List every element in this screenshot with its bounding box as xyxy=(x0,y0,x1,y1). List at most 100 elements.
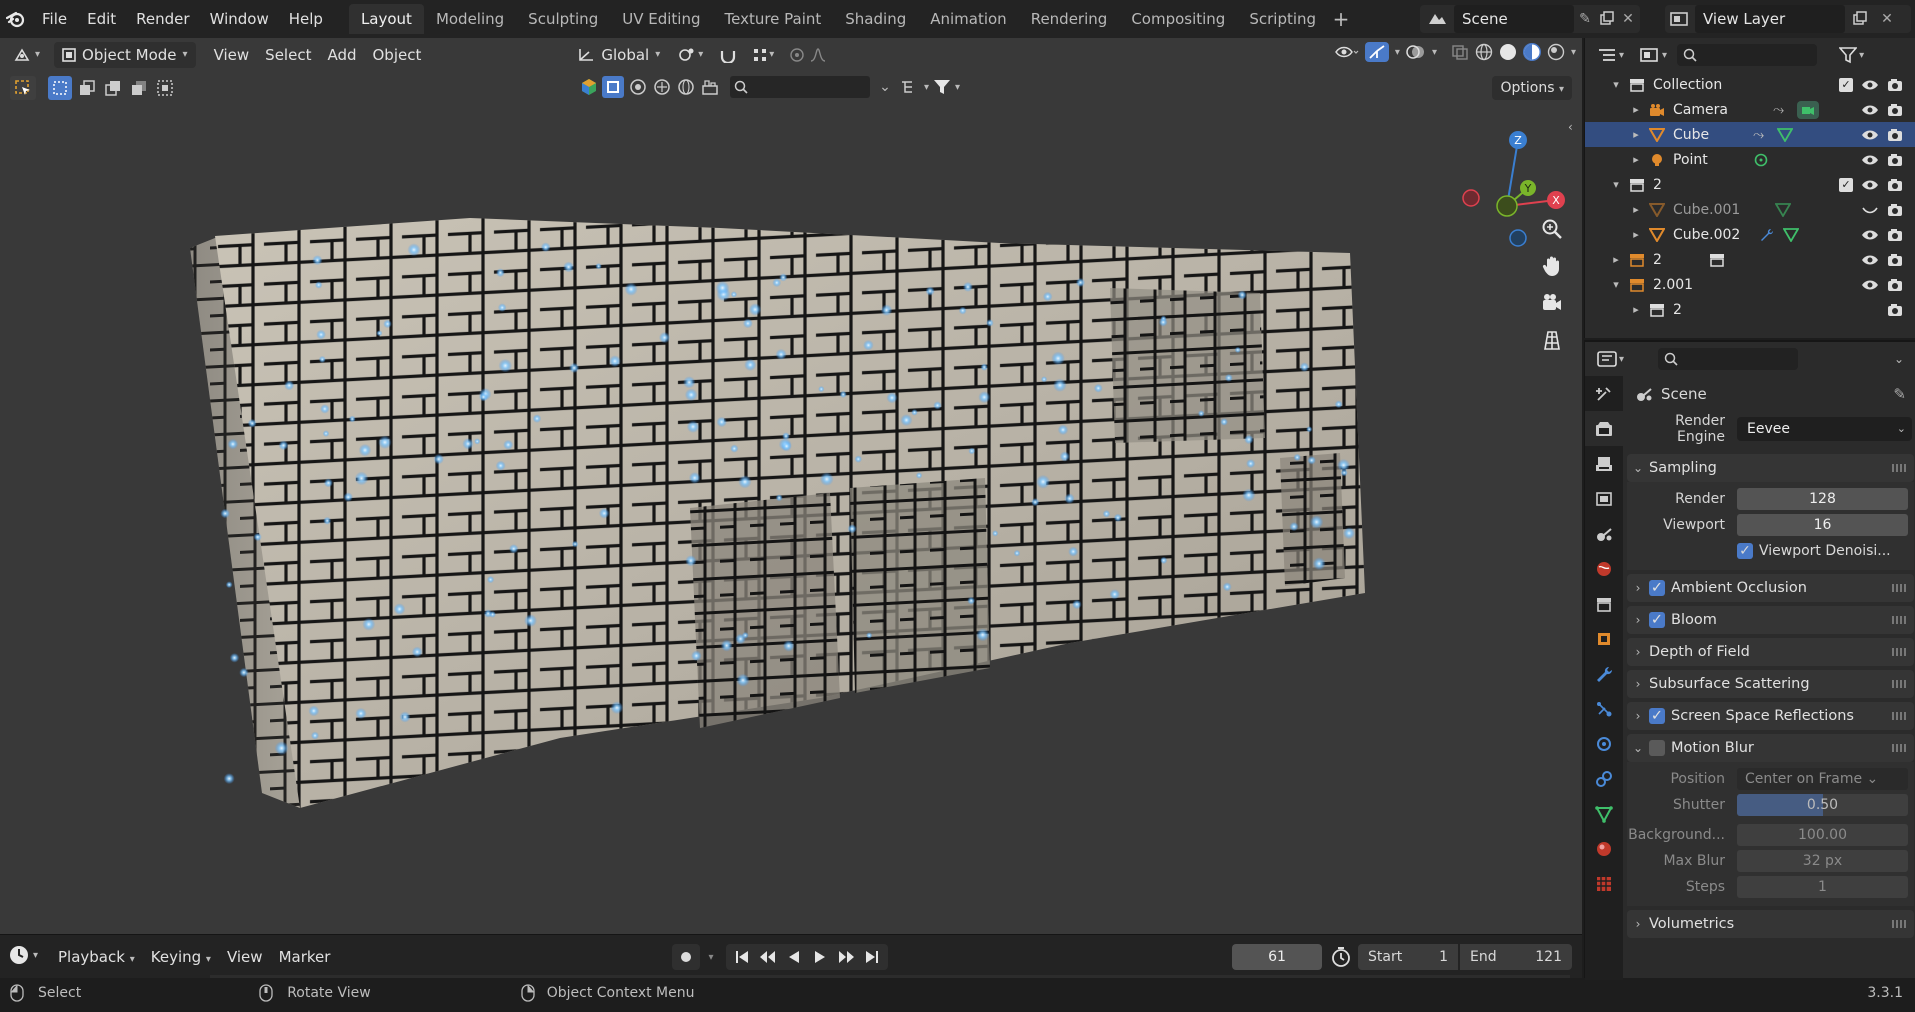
intersect-selection-icon[interactable] xyxy=(154,76,176,100)
menu-file[interactable]: File xyxy=(32,0,77,38)
frame-start-field[interactable]: Start 1 xyxy=(1358,944,1458,970)
mb-position-dropdown[interactable]: Center on Frame ⌄ xyxy=(1737,768,1908,790)
pivot-point-dropdown[interactable]: ▾ xyxy=(668,42,711,68)
expand-right-icon[interactable]: ▸ xyxy=(1629,203,1643,216)
view-layer-icon[interactable] xyxy=(1665,11,1695,27)
menu-edit[interactable]: Edit xyxy=(77,0,126,38)
light-data-icon[interactable] xyxy=(1753,153,1769,167)
snap-toggle[interactable] xyxy=(711,42,745,68)
filter-icon[interactable] xyxy=(933,78,951,96)
rendered-shading-icon[interactable] xyxy=(1547,43,1565,61)
timeline-menu-keying[interactable]: Keying ▾ xyxy=(143,944,219,970)
particles-tab-icon[interactable] xyxy=(1585,691,1623,726)
auto-keying-dropdown[interactable]: ▾ xyxy=(702,952,720,963)
extend-selection-icon[interactable] xyxy=(76,76,98,100)
xray-toggle[interactable] xyxy=(1451,44,1469,60)
editor-type-button[interactable]: ▾ xyxy=(6,42,48,68)
render-camera-icon[interactable] xyxy=(1887,103,1903,117)
zoom-icon[interactable] xyxy=(1535,212,1569,246)
viewport-menu-object[interactable]: Object xyxy=(365,42,430,68)
viewport-menu-view[interactable]: View xyxy=(206,42,258,68)
outliner-search-input[interactable] xyxy=(1677,44,1818,66)
menu-window[interactable]: Window xyxy=(200,0,279,38)
object-type-icon[interactable] xyxy=(580,78,598,96)
sidebar-toggle-icon[interactable]: ‹ xyxy=(1568,120,1573,134)
mesh-data-icon[interactable] xyxy=(1775,202,1791,217)
sampling-render-field[interactable]: 128 xyxy=(1737,488,1908,510)
filter-dropdown[interactable]: ▾ xyxy=(955,82,960,93)
visibility-dropdown[interactable] xyxy=(1335,44,1359,60)
visibility-eye-icon[interactable] xyxy=(1861,104,1879,116)
solid-shading-icon[interactable] xyxy=(1499,43,1517,61)
tab-rendering[interactable]: Rendering xyxy=(1019,4,1120,34)
overlays-toggle[interactable] xyxy=(1406,44,1426,60)
render-engine-dropdown[interactable]: Eevee ⌄ xyxy=(1737,417,1912,441)
sampling-panel-header[interactable]: ⌄ Sampling xyxy=(1627,454,1914,482)
outliner-row[interactable]: ▸ 2 xyxy=(1585,297,1915,322)
modifier-icon[interactable] xyxy=(1759,228,1775,242)
panel-bloom[interactable]: › ✓ Bloom xyxy=(1627,606,1914,634)
collection-tab-icon[interactable] xyxy=(1585,586,1623,621)
sort-dropdown[interactable]: ▾ xyxy=(924,82,929,93)
close-view-layer-icon[interactable]: ✕ xyxy=(1875,11,1899,27)
panel-depth-of-field[interactable]: › Depth of Field xyxy=(1627,638,1914,666)
visibility-eye-icon[interactable] xyxy=(1861,254,1879,266)
jump-keyframe-back-icon[interactable] xyxy=(756,950,780,964)
shading-dropdown[interactable]: ▾ xyxy=(1571,47,1576,58)
mb-background-field[interactable]: 100.00 xyxy=(1737,824,1908,846)
scifi-wall-model[interactable] xyxy=(0,38,1582,934)
new-view-layer-icon[interactable] xyxy=(1845,11,1875,27)
expand-right-icon[interactable]: ▸ xyxy=(1629,128,1643,141)
timeline-editor-type-button[interactable]: ▾ xyxy=(8,944,38,966)
tab-shading[interactable]: Shading xyxy=(833,4,918,34)
filter-scene-icon[interactable] xyxy=(700,77,720,97)
tab-scripting[interactable]: Scripting xyxy=(1237,4,1328,34)
render-camera-icon[interactable] xyxy=(1887,153,1903,167)
outliner-row[interactable]: ▸ 2 xyxy=(1585,247,1915,272)
include-checkbox[interactable]: ✓ xyxy=(1839,177,1853,192)
panel-subsurface-scattering[interactable]: › Subsurface Scattering xyxy=(1627,670,1914,698)
mesh-data-icon[interactable] xyxy=(1783,227,1799,242)
auto-keying-record-icon[interactable] xyxy=(672,944,700,970)
render-camera-icon[interactable] xyxy=(1887,203,1903,217)
constraints-tab-icon[interactable] xyxy=(1585,761,1623,796)
preview-range-icon[interactable] xyxy=(1330,946,1352,968)
tool-tab-icon[interactable] xyxy=(1585,376,1623,411)
menu-render[interactable]: Render xyxy=(126,0,199,38)
menu-help[interactable]: Help xyxy=(279,0,333,38)
material-tab-icon[interactable] xyxy=(1585,831,1623,866)
viewport-denoising-checkbox[interactable]: ✓ xyxy=(1737,543,1753,559)
volumetrics-panel-header[interactable]: › Volumetrics xyxy=(1627,910,1914,938)
visibility-eye-icon[interactable] xyxy=(1861,279,1879,291)
camera-data-icon[interactable] xyxy=(1797,100,1819,119)
perspective-toggle-icon[interactable] xyxy=(1535,323,1569,357)
include-checkbox[interactable]: ✓ xyxy=(1839,77,1853,92)
viewport-menu-select[interactable]: Select xyxy=(257,42,319,68)
visibility-eye-icon[interactable] xyxy=(1861,229,1879,241)
outliner-row[interactable]: ▸ Cube ⤳ xyxy=(1585,122,1915,147)
expand-right-icon[interactable]: ▸ xyxy=(1629,153,1643,166)
outliner-row[interactable]: ▾ 2 ✓ xyxy=(1585,172,1915,197)
filter-mesh-icon[interactable] xyxy=(602,76,624,98)
render-camera-icon[interactable] xyxy=(1887,128,1903,142)
set-new-selection-icon[interactable] xyxy=(48,76,72,100)
expand-right-icon[interactable]: ▸ xyxy=(1609,253,1623,266)
gizmo-dropdown[interactable]: ▾ xyxy=(1395,47,1400,58)
tab-animation[interactable]: Animation xyxy=(918,4,1018,34)
render-tab-icon[interactable] xyxy=(1585,411,1623,446)
filter-texture-icon[interactable] xyxy=(652,77,672,97)
scene-icon[interactable] xyxy=(1420,10,1454,28)
physics-tab-icon[interactable] xyxy=(1585,726,1623,761)
3d-viewport[interactable]: ▾ Object Mode ▾ View Select Add Object Globa… xyxy=(0,38,1582,934)
panel-screen-space-reflections[interactable]: › ✓ Screen Space Reflections xyxy=(1627,702,1914,730)
outliner-editor-type-button[interactable]: ▾ xyxy=(1597,47,1624,63)
tab-modeling[interactable]: Modeling xyxy=(424,4,516,34)
motion-blur-panel-header[interactable]: ⌄ Motion Blur xyxy=(1627,734,1914,762)
gizmo-toggle[interactable] xyxy=(1364,42,1389,62)
texture-tab-icon[interactable] xyxy=(1585,866,1623,901)
select-box-tool-icon[interactable] xyxy=(10,76,36,100)
pin-context-icon[interactable]: ✎ xyxy=(1893,385,1906,403)
filter-world-icon[interactable] xyxy=(676,77,696,97)
mb-steps-field[interactable]: 1 xyxy=(1737,876,1908,898)
panel-enable-checkbox[interactable]: ✓ xyxy=(1649,612,1665,628)
